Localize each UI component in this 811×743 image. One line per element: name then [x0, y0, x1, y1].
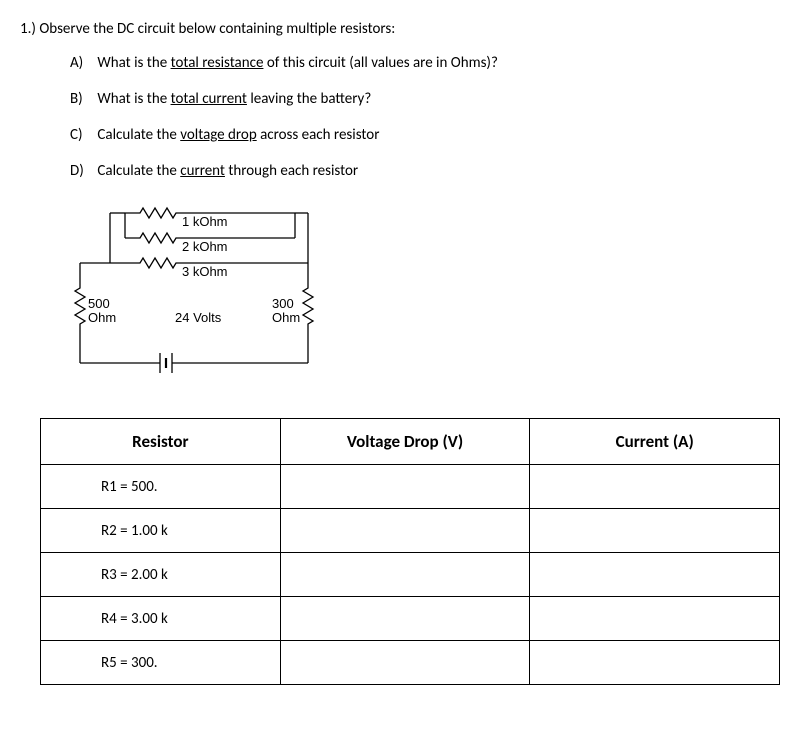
- current-cell: [530, 553, 780, 597]
- part-text-before: What is the: [97, 54, 170, 72]
- part-letter: B): [70, 90, 94, 108]
- voltage-cell: [280, 509, 530, 553]
- table-row: R4 = 3.00 k: [41, 597, 780, 641]
- resistor-label: R2 = 1.00 k: [41, 509, 281, 553]
- label-500-line2: Ohm: [88, 310, 116, 325]
- voltage-cell: [280, 597, 530, 641]
- resistor-label: R3 = 2.00 k: [41, 553, 281, 597]
- part-text-after: of this circuit (all values are in Ohms)…: [263, 54, 498, 72]
- part-text-underlined: voltage drop: [180, 126, 256, 144]
- label-2kohm: 2 kOhm: [182, 239, 228, 254]
- part-b: B) What is the total current leaving the…: [70, 90, 791, 108]
- resistor-label: R5 = 300.: [41, 641, 281, 685]
- part-letter: D): [70, 162, 94, 180]
- table-row: R1 = 500.: [41, 465, 780, 509]
- part-letter: C): [70, 126, 94, 144]
- part-c: C) Calculate the voltage drop across eac…: [70, 126, 791, 144]
- resistor-label: R4 = 3.00 k: [41, 597, 281, 641]
- part-a: A) What is the total resistance of this …: [70, 54, 791, 72]
- current-cell: [530, 597, 780, 641]
- part-text-before: Calculate the: [97, 162, 180, 180]
- part-d: D) Calculate the current through each re…: [70, 162, 791, 180]
- voltage-cell: [280, 641, 530, 685]
- label-300-line2: Ohm: [272, 310, 300, 325]
- label-voltage: 24 Volts: [175, 310, 221, 325]
- current-cell: [530, 641, 780, 685]
- question-number-text: 1.) Observe the DC circuit below contain…: [20, 20, 395, 38]
- results-table: Resistor Voltage Drop (V) Current (A) R1…: [40, 418, 780, 685]
- header-voltage: Voltage Drop (V): [280, 419, 530, 465]
- table-row: R2 = 1.00 k: [41, 509, 780, 553]
- circuit-diagram: 1 kOhm 2 kOhm 3 kOhm 500 Ohm 300 Ohm 24 …: [70, 198, 330, 378]
- part-text-after: through each resistor: [225, 162, 358, 180]
- sub-questions: A) What is the total resistance of this …: [20, 54, 791, 180]
- table-header-row: Resistor Voltage Drop (V) Current (A): [41, 419, 780, 465]
- part-text-underlined: current: [180, 162, 225, 180]
- voltage-cell: [280, 465, 530, 509]
- table-row: R5 = 300.: [41, 641, 780, 685]
- label-300-line1: 300: [272, 296, 294, 311]
- voltage-cell: [280, 553, 530, 597]
- header-current: Current (A): [530, 419, 780, 465]
- question-header: 1.) Observe the DC circuit below contain…: [20, 20, 791, 38]
- part-text-before: What is the: [97, 90, 170, 108]
- label-3kohm: 3 kOhm: [182, 264, 228, 279]
- resistor-label: R1 = 500.: [41, 465, 281, 509]
- part-letter: A): [70, 54, 94, 72]
- part-text-underlined: total resistance: [171, 54, 264, 72]
- header-resistor: Resistor: [41, 419, 281, 465]
- table-row: R3 = 2.00 k: [41, 553, 780, 597]
- part-text-after: leaving the battery?: [247, 90, 371, 108]
- current-cell: [530, 465, 780, 509]
- part-text-after: across each resistor: [257, 126, 380, 144]
- part-text-underlined: total current: [171, 90, 247, 108]
- part-text-before: Calculate the: [97, 126, 180, 144]
- label-1kohm: 1 kOhm: [182, 214, 228, 229]
- label-500-line1: 500: [88, 296, 110, 311]
- current-cell: [530, 509, 780, 553]
